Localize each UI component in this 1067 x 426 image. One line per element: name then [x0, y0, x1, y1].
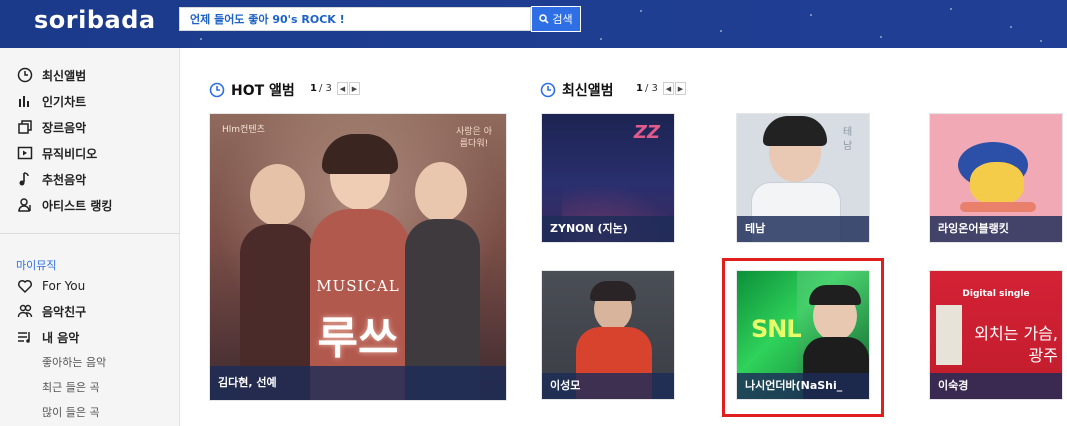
page-total: / 3	[644, 83, 658, 94]
sidebar-sub-liked[interactable]: 좋아하는 음악	[42, 354, 106, 370]
heart-icon	[17, 278, 33, 294]
album-tagline: 사랑은 아름다워!	[456, 127, 492, 149]
album-art-text: 테남	[843, 127, 853, 152]
section-title-text: 최신앨범	[562, 83, 614, 99]
search-input[interactable]	[180, 8, 530, 30]
new-clock-icon	[540, 82, 556, 98]
sidebar-item-label: 장르음악	[42, 120, 87, 135]
sidebar-item-new-albums[interactable]: 최신앨범	[17, 65, 86, 85]
chart-bars-icon	[17, 93, 33, 109]
album-card-lee-sookkyung[interactable]: Digital single 외치는 가슴, 광주 이숙경	[929, 270, 1063, 400]
friends-icon	[17, 303, 33, 319]
sidebar-item-my-music[interactable]: 내 음악	[17, 327, 79, 347]
album-top-text: Digital single	[962, 289, 1030, 299]
music-note-icon	[17, 171, 33, 187]
prev-page-button[interactable]: ◀	[336, 82, 348, 95]
album-card-lying-on-a-blanket[interactable]: 라잉온어블랭킷	[929, 113, 1063, 243]
album-artist-label: 라잉온어블랭킷	[930, 216, 1062, 242]
album-art-text: 외치는 가슴, 광주	[974, 324, 1058, 365]
sidebar-divider	[0, 233, 180, 234]
album-card-zynon[interactable]: ZZ ZYNON (지논)	[541, 113, 675, 243]
page-total: / 3	[318, 83, 332, 94]
new-album-title: 최신앨범	[540, 80, 614, 100]
playlist-icon	[17, 329, 33, 345]
album-card-tenam[interactable]: 테남 테남	[736, 113, 870, 243]
album-artist-label: 이성모	[542, 373, 674, 399]
sidebar-item-label: 추천음악	[42, 172, 87, 187]
sidebar-item-music-video[interactable]: 뮤직비디오	[17, 143, 97, 163]
sidebar-item-label: 음악친구	[42, 304, 87, 319]
sidebar-item-chart[interactable]: 인기차트	[17, 91, 86, 111]
album-musical-text: MUSICAL	[316, 277, 400, 295]
my-music-heading: 마이뮤직	[16, 259, 57, 272]
sidebar-item-label: For You	[42, 279, 86, 293]
hot-clock-icon	[209, 82, 225, 98]
sidebar-item-for-you[interactable]: For You	[17, 276, 85, 296]
sidebar-item-artist-ranking[interactable]: 아티스트 랭킹	[17, 195, 112, 215]
sidebar-item-label: 내 음악	[42, 330, 80, 345]
album-cover: Hlm컨텐츠 사랑은 아름다워! MUSICAL 루쓰	[210, 114, 506, 400]
search-button-label: 검색	[552, 13, 573, 26]
sidebar-sub-recent[interactable]: 최근 들은 곡	[42, 379, 100, 395]
sidebar-item-label: 최신앨범	[42, 68, 87, 83]
page-current: 1	[310, 83, 317, 94]
sidebar-item-label: 아티스트 랭킹	[42, 198, 113, 213]
sidebar-item-genre[interactable]: 장르음악	[17, 117, 86, 137]
album-artist-label: 김다현, 선예	[210, 366, 506, 400]
soribada-logo[interactable]: soribada	[34, 6, 156, 34]
new-clock-icon	[17, 67, 33, 83]
sidebar-sub-most-played[interactable]: 많이 들은 곡	[42, 404, 100, 420]
sidebar-item-label: 인기차트	[42, 94, 87, 109]
next-page-button[interactable]: ▶	[348, 82, 360, 95]
hot-pager: 1 / 3 ◀ ▶	[310, 82, 360, 95]
album-art-text: ZZ	[633, 122, 660, 143]
album-brand-text: Hlm컨텐츠	[222, 125, 265, 135]
search-input-box[interactable]	[179, 7, 531, 31]
sidebar-item-recommend[interactable]: 추천음악	[17, 169, 86, 189]
selection-highlight-box	[722, 258, 884, 417]
prev-page-button[interactable]: ◀	[662, 82, 674, 95]
next-page-button[interactable]: ▶	[674, 82, 686, 95]
album-title-art: 루쓰	[317, 313, 399, 364]
user-rank-icon	[17, 197, 33, 213]
album-artist-label: ZYNON (지논)	[542, 216, 674, 242]
sidebar: 최신앨범 인기차트 장르음악 뮤직비디오 추천음악 아티스트 랭킹 마이뮤직 F…	[0, 48, 180, 426]
search-button[interactable]: 검색	[531, 6, 581, 32]
search-icon	[539, 14, 549, 24]
top-header: soribada 검색	[0, 0, 1067, 48]
album-artist-label: 테남	[737, 216, 869, 242]
page-current: 1	[636, 83, 643, 94]
hot-album-card[interactable]: Hlm컨텐츠 사랑은 아름다워! MUSICAL 루쓰 김다현, 선예	[209, 113, 507, 401]
play-icon	[17, 145, 33, 161]
sidebar-item-label: 뮤직비디오	[42, 146, 98, 161]
layers-icon	[17, 119, 33, 135]
album-artist-label: 이숙경	[930, 373, 1062, 399]
section-title-text: HOT 앨범	[231, 83, 295, 99]
sidebar-item-friends[interactable]: 음악친구	[17, 301, 86, 321]
hot-album-title: HOT 앨범	[209, 80, 295, 100]
new-pager: 1 / 3 ◀ ▶	[636, 82, 686, 95]
album-card-lee-seongmo[interactable]: 이성모	[541, 270, 675, 400]
